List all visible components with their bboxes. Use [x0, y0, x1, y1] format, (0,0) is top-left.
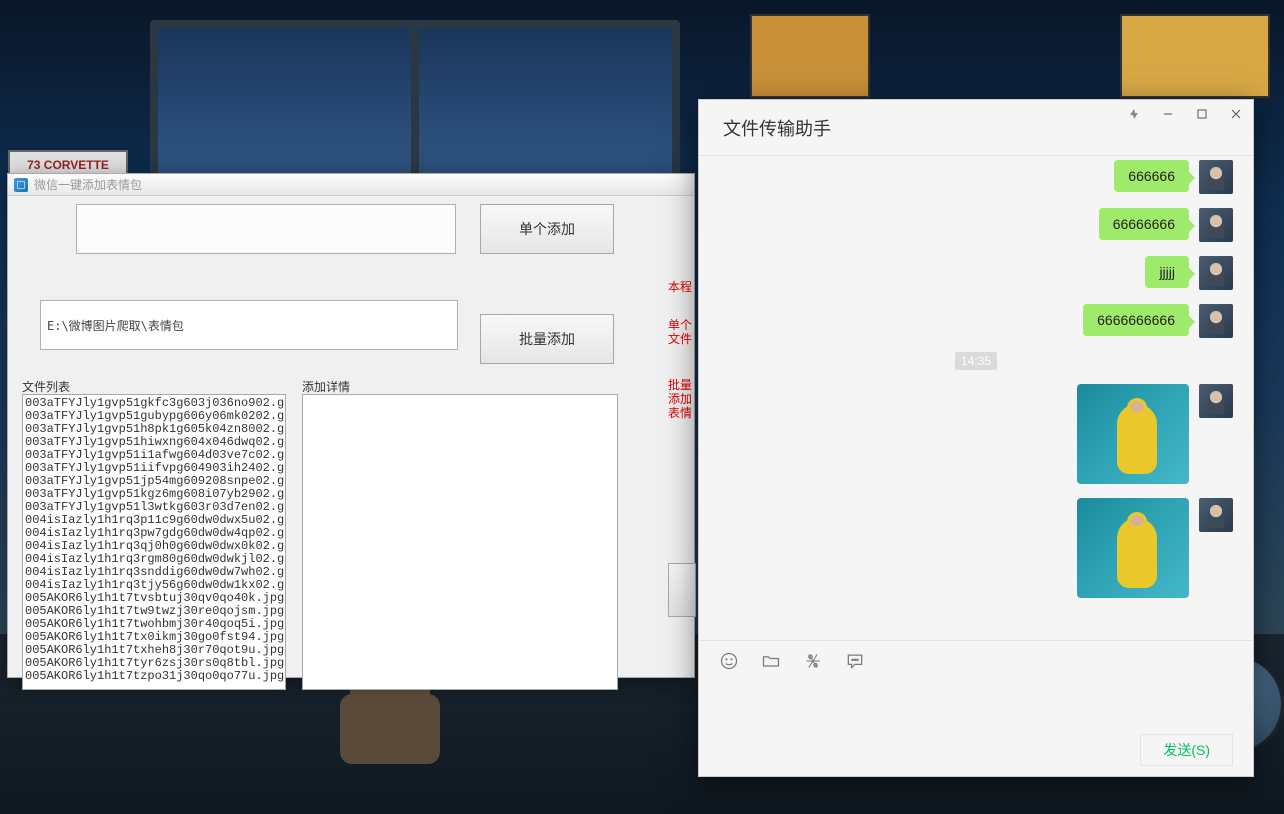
- wechat-input-toolbar: [699, 640, 1253, 680]
- send-button[interactable]: 发送(S): [1140, 734, 1233, 766]
- avatar[interactable]: [1199, 384, 1233, 418]
- avatar[interactable]: [1199, 498, 1233, 532]
- minimize-button[interactable]: [1151, 100, 1185, 128]
- message-row: jjjjj: [719, 256, 1233, 290]
- message-row: 66666666: [719, 208, 1233, 242]
- close-button[interactable]: [1219, 100, 1253, 128]
- message-image[interactable]: [1077, 384, 1189, 484]
- avatar[interactable]: [1199, 256, 1233, 290]
- note-text: 单个文件: [668, 318, 692, 346]
- message-row: [719, 384, 1233, 484]
- message-row: 666666: [719, 160, 1233, 194]
- note-text: 批量添加表情: [668, 378, 692, 420]
- emoji-icon[interactable]: [719, 651, 739, 671]
- single-add-button[interactable]: 单个添加: [480, 204, 614, 254]
- folder-icon[interactable]: [761, 651, 781, 671]
- emoji-adder-window: 微信一键添加表情包 单个添加 E:\微博图片爬取\表情包 批量添加 文件列表 添…: [7, 173, 695, 678]
- message-bubble[interactable]: 666666: [1114, 160, 1189, 192]
- titlebar[interactable]: 微信一键添加表情包: [8, 174, 694, 196]
- message-row: [719, 498, 1233, 598]
- avatar[interactable]: [1199, 208, 1233, 242]
- window-title: 微信一键添加表情包: [34, 176, 142, 193]
- single-path-input[interactable]: [76, 204, 456, 254]
- wechat-message-area[interactable]: 66666666666666jjjjj666666666614:35: [699, 156, 1253, 640]
- message-bubble[interactable]: 66666666: [1099, 208, 1189, 240]
- chat-history-icon[interactable]: [845, 651, 865, 671]
- bg-poster: [1120, 14, 1270, 98]
- wechat-chat-title: 文件传输助手: [723, 115, 831, 141]
- message-bubble[interactable]: 6666666666: [1083, 304, 1189, 336]
- wechat-input-area[interactable]: 发送(S): [699, 680, 1253, 776]
- wechat-window: 文件传输助手 66666666666666jjjjj666666666614:3…: [698, 99, 1254, 777]
- maximize-button[interactable]: [1185, 100, 1219, 128]
- note-text: 本程: [668, 280, 692, 294]
- message-bubble[interactable]: jjjjj: [1145, 256, 1189, 288]
- message-row: 6666666666: [719, 304, 1233, 338]
- message-image[interactable]: [1077, 498, 1189, 598]
- batch-add-button[interactable]: 批量添加: [480, 314, 614, 364]
- message-timestamp: 14:35: [955, 352, 997, 370]
- batch-path-input[interactable]: E:\微博图片爬取\表情包: [40, 300, 458, 350]
- add-details-box[interactable]: [302, 394, 618, 690]
- avatar[interactable]: [1199, 304, 1233, 338]
- avatar[interactable]: [1199, 160, 1233, 194]
- pin-button[interactable]: [1117, 100, 1151, 128]
- bg-poster: [750, 14, 870, 98]
- add-details-label: 添加详情: [302, 378, 350, 395]
- partial-button[interactable]: [668, 563, 696, 617]
- app-icon: [14, 178, 28, 192]
- file-list-box[interactable]: 003aTFYJly1gvp51gkfc3g603j036no902.gif 0…: [22, 394, 286, 690]
- wechat-header[interactable]: 文件传输助手: [699, 100, 1253, 156]
- file-list-label: 文件列表: [22, 378, 70, 395]
- screenshot-icon[interactable]: [803, 651, 823, 671]
